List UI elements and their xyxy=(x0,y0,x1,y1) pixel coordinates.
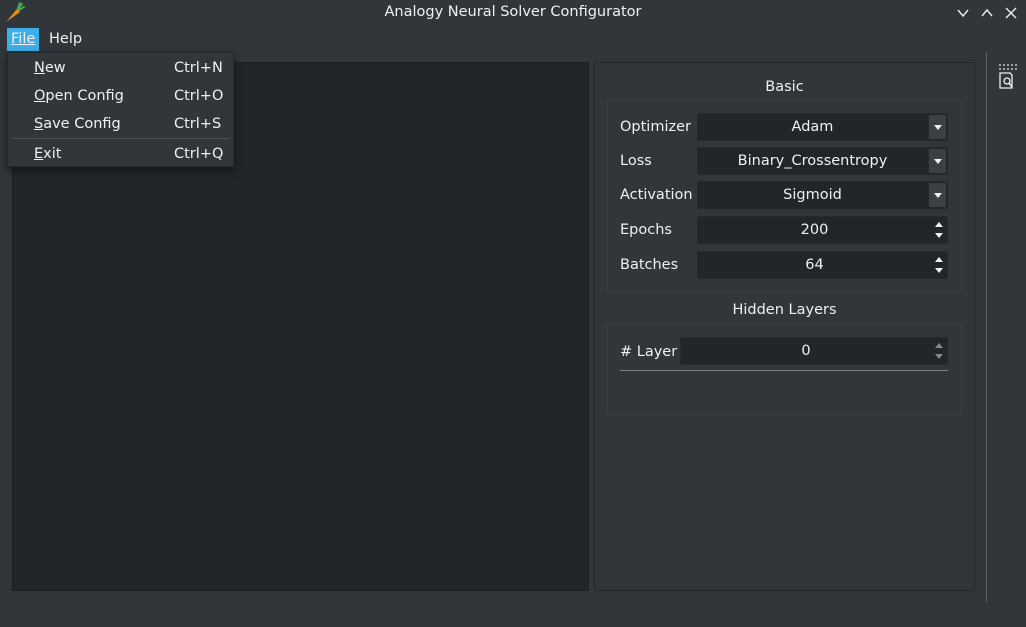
optimizer-value: Adam xyxy=(791,119,834,135)
optimizer-label: Optimizer xyxy=(620,119,691,135)
close-icon xyxy=(1005,7,1017,19)
epochs-spinbox[interactable]: 200 xyxy=(697,216,948,244)
layer-divider xyxy=(620,370,948,371)
search-document-icon[interactable] xyxy=(997,71,1017,91)
menu-item-save-config[interactable]: Save Config Ctrl+S xyxy=(8,111,233,137)
menu-separator xyxy=(12,138,229,139)
menu-file[interactable]: File xyxy=(7,28,40,51)
hidden-layers-title: Hidden Layers xyxy=(732,302,837,318)
layer-count-value: 0 xyxy=(801,343,811,359)
loss-combo[interactable]: Binary_Crossentropy xyxy=(697,147,948,175)
file-menu-dropdown: New Ctrl+N Open Config Ctrl+O Save Confi… xyxy=(7,52,234,167)
menu-item-exit[interactable]: Exit Ctrl+Q xyxy=(8,141,233,167)
epochs-label: Epochs xyxy=(620,222,672,238)
hidden-layers-groupbox: # Layer 0 xyxy=(607,323,962,415)
shortcut-exit: Ctrl+Q xyxy=(174,146,224,162)
batches-label: Batches xyxy=(620,257,679,273)
title-bar: Analogy Neural Solver Configurator xyxy=(0,0,1026,26)
spin-up-icon[interactable] xyxy=(933,254,945,265)
batches-spinbox[interactable]: 64 xyxy=(697,251,948,279)
batches-value: 64 xyxy=(805,257,824,273)
close-button[interactable] xyxy=(1001,3,1021,23)
shortcut-new: Ctrl+N xyxy=(174,60,223,76)
activation-combo[interactable]: Sigmoid xyxy=(697,181,948,209)
dock-strip xyxy=(986,52,1026,602)
basic-groupbox: Optimizer Adam Loss Binary_Crossentropy … xyxy=(607,100,962,292)
spin-down-icon[interactable] xyxy=(933,265,945,276)
chevron-down-icon xyxy=(957,9,969,18)
layer-count-spinbox[interactable]: 0 xyxy=(680,337,948,365)
spin-down-icon[interactable] xyxy=(933,230,945,241)
chevron-down-icon[interactable] xyxy=(928,115,946,139)
minimize-button[interactable] xyxy=(953,3,973,23)
shortcut-save: Ctrl+S xyxy=(174,116,222,132)
menu-item-new[interactable]: New Ctrl+N xyxy=(8,55,233,81)
chevron-down-icon[interactable] xyxy=(928,149,946,173)
optimizer-combo[interactable]: Adam xyxy=(697,113,948,141)
menu-help[interactable]: Help xyxy=(45,28,86,51)
menu-item-open-config[interactable]: Open Config Ctrl+O xyxy=(8,83,233,109)
activation-value: Sigmoid xyxy=(783,187,842,203)
loss-value: Binary_Crossentropy xyxy=(737,153,888,169)
epochs-value: 200 xyxy=(800,222,829,238)
layer-count-label: # Layer xyxy=(620,344,678,360)
chevron-down-icon[interactable] xyxy=(928,183,946,207)
maximize-button[interactable] xyxy=(977,3,997,23)
basic-group-title: Basic xyxy=(765,79,804,95)
spin-up-icon[interactable] xyxy=(933,340,945,351)
chevron-up-icon xyxy=(981,8,993,17)
spin-down-icon[interactable] xyxy=(933,351,945,362)
window-title: Analogy Neural Solver Configurator xyxy=(384,4,642,20)
loss-label: Loss xyxy=(620,153,652,169)
config-panel: Basic Optimizer Adam Loss Binary_Crossen… xyxy=(594,62,975,591)
activation-label: Activation xyxy=(620,187,693,203)
grip-icon[interactable] xyxy=(999,58,1017,70)
spin-up-icon[interactable] xyxy=(933,219,945,230)
shortcut-open: Ctrl+O xyxy=(174,88,224,104)
menu-bar: File Help xyxy=(0,26,1026,52)
